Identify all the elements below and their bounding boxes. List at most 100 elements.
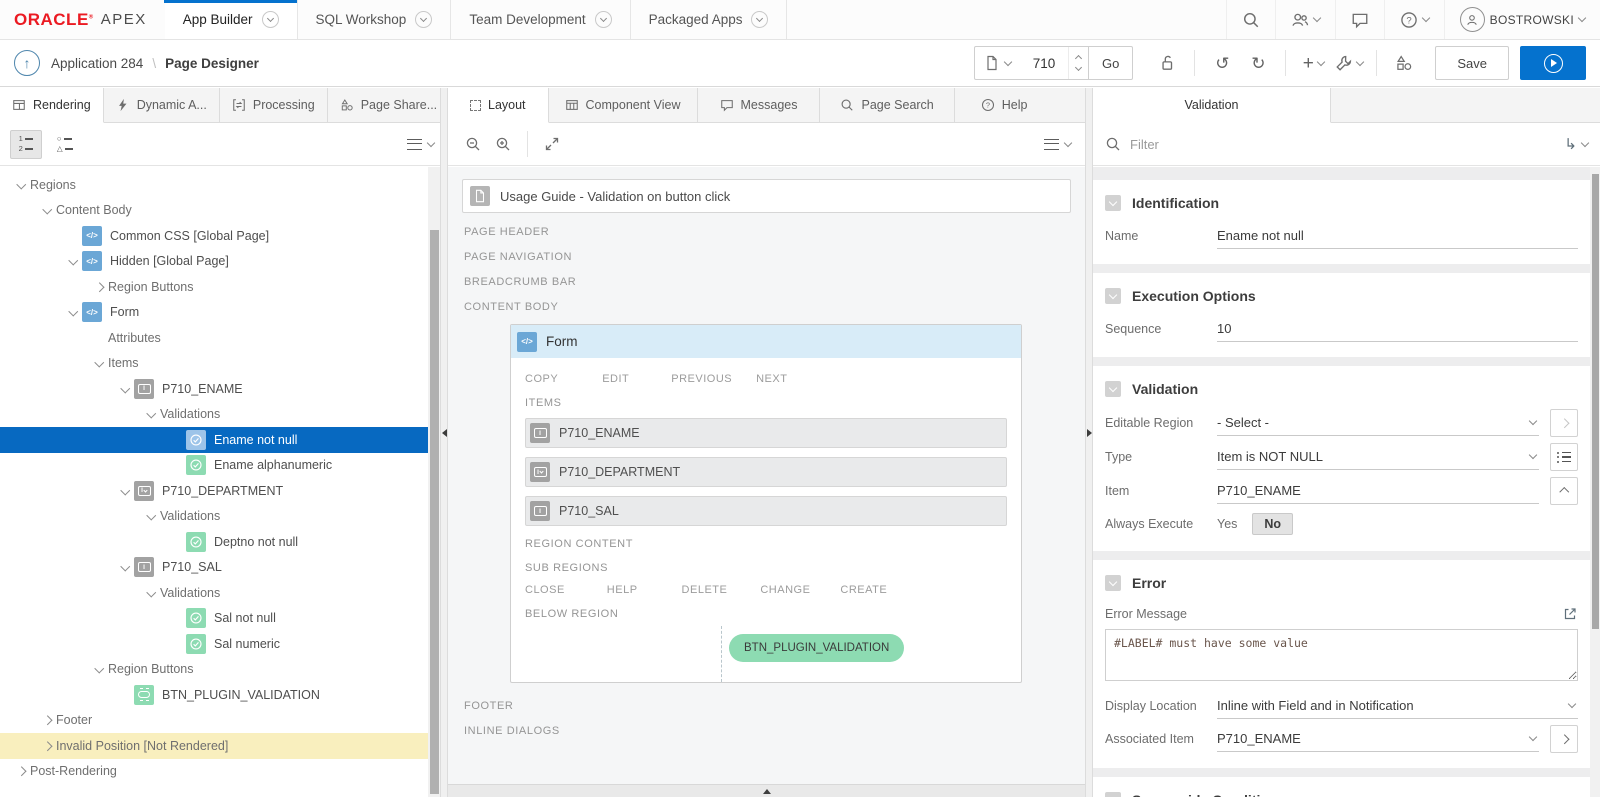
- scrollbar-thumb[interactable]: [430, 230, 439, 794]
- chevron-down-icon[interactable]: [751, 11, 768, 28]
- editable-region-select[interactable]: - Select -: [1217, 410, 1539, 436]
- nav-tab-sql-workshop[interactable]: SQL Workshop: [298, 0, 452, 39]
- page-number-stepper[interactable]: [1068, 47, 1088, 79]
- expand-toggle-icon[interactable]: [116, 565, 134, 570]
- name-input[interactable]: Ename not null: [1217, 223, 1578, 249]
- collapse-section-icon[interactable]: [1105, 288, 1121, 304]
- stepper-down-icon[interactable]: [1075, 64, 1082, 71]
- tree-item-invalid-position[interactable]: Invalid Position [Not Rendered]: [0, 733, 428, 759]
- utilities-menu-button[interactable]: [1331, 46, 1367, 80]
- tree-scrollbar[interactable]: [428, 167, 440, 797]
- left-panel-menu-button[interactable]: [403, 139, 438, 150]
- sequence-input[interactable]: 10: [1217, 316, 1578, 342]
- layout-item-p710-sal[interactable]: I P710_SAL: [525, 496, 1007, 526]
- tree-item-deptno-not-null[interactable]: Deptno not null: [0, 529, 428, 555]
- expand-toggle-icon[interactable]: [116, 387, 134, 392]
- tree-item-hidden[interactable]: </>Hidden [Global Page]: [0, 249, 428, 275]
- section-header[interactable]: Server-side Condition: [1093, 781, 1590, 797]
- chevron-down-icon[interactable]: [415, 11, 432, 28]
- help-action[interactable]: HELP: [607, 584, 638, 596]
- tree-item-sal-not-null[interactable]: Sal not null: [0, 606, 428, 632]
- property-scrollbar[interactable]: [1590, 167, 1600, 797]
- up-to-app-button[interactable]: ↑: [14, 50, 40, 76]
- change-action[interactable]: CHANGE: [760, 584, 810, 596]
- usage-guide-region[interactable]: Usage Guide - Validation on button click: [462, 179, 1071, 213]
- collapse-section-icon[interactable]: [1105, 792, 1121, 797]
- lock-button[interactable]: [1149, 46, 1185, 80]
- always-execute-no-option[interactable]: No: [1252, 513, 1293, 535]
- tree-item-p710-ename[interactable]: IP710_ENAME: [0, 376, 428, 402]
- tree-item-sal-numeric[interactable]: Sal numeric: [0, 631, 428, 657]
- expand-toggle-icon[interactable]: [142, 514, 160, 519]
- expand-toggle-icon[interactable]: [38, 208, 56, 213]
- tab-validation[interactable]: Validation: [1093, 88, 1331, 123]
- page-finder-button[interactable]: [975, 47, 1020, 79]
- nav-tab-packaged-apps[interactable]: Packaged Apps: [631, 0, 788, 39]
- create-menu-button[interactable]: +: [1295, 46, 1331, 80]
- tree-item-attributes[interactable]: Attributes: [0, 325, 428, 351]
- tree-item-items[interactable]: Items: [0, 351, 428, 377]
- tab-dynamic-actions[interactable]: Dynamic A...: [104, 88, 220, 122]
- global-search-button[interactable]: [1226, 0, 1275, 39]
- tree-item-post-rendering[interactable]: Post-Rendering: [0, 759, 428, 785]
- tab-rendering[interactable]: Rendering: [0, 88, 104, 123]
- expand-toggle-icon[interactable]: [38, 743, 56, 750]
- always-execute-yes-option[interactable]: Yes: [1217, 517, 1237, 531]
- layout-menu-button[interactable]: [1040, 139, 1075, 150]
- error-message-textarea[interactable]: #LABEL# must have some value: [1105, 629, 1578, 681]
- save-button[interactable]: Save: [1435, 46, 1509, 80]
- page-number-input[interactable]: [1020, 47, 1068, 79]
- tab-messages[interactable]: Messages: [698, 88, 821, 122]
- filter-input[interactable]: [1130, 137, 1564, 152]
- collapse-section-icon[interactable]: [1105, 195, 1121, 211]
- tree-item-region-buttons[interactable]: Region Buttons: [0, 657, 428, 683]
- expand-toggle-icon[interactable]: [38, 717, 56, 724]
- administration-menu-button[interactable]: [1275, 0, 1335, 39]
- expand-toggle-icon[interactable]: [64, 310, 82, 315]
- redo-button[interactable]: ↻: [1240, 46, 1276, 80]
- section-header[interactable]: Identification: [1093, 184, 1590, 220]
- form-region-box[interactable]: </> Form COPY EDIT PREVIOUS NEXT ITEMS I: [510, 324, 1022, 683]
- undo-button[interactable]: ↺: [1204, 46, 1240, 80]
- tree-item-validations[interactable]: Validations: [0, 504, 428, 530]
- bottom-splitter[interactable]: [448, 784, 1085, 797]
- form-region-header[interactable]: </> Form: [511, 325, 1021, 358]
- tree-item-validations[interactable]: Validations: [0, 402, 428, 428]
- expand-toggle-icon[interactable]: [142, 591, 160, 596]
- tree-item-regions[interactable]: Regions: [0, 172, 428, 198]
- tree-item-p710-sal[interactable]: IP710_SAL: [0, 555, 428, 581]
- next-action[interactable]: NEXT: [756, 373, 787, 385]
- expand-toggle-icon[interactable]: [116, 489, 134, 494]
- run-page-button[interactable]: [1520, 46, 1586, 80]
- chevron-down-icon[interactable]: [1581, 138, 1589, 146]
- help-menu-button[interactable]: [1384, 0, 1444, 39]
- section-header[interactable]: Execution Options: [1093, 277, 1590, 313]
- go-to-item-button[interactable]: [1550, 725, 1578, 753]
- tree-item-region-buttons[interactable]: Region Buttons: [0, 274, 428, 300]
- user-account-menu[interactable]: BOSTROWSKI: [1444, 0, 1600, 39]
- expand-toggle-icon[interactable]: [90, 361, 108, 366]
- item-input[interactable]: P710_ENAME: [1217, 478, 1539, 504]
- expand-all-button[interactable]: [537, 129, 567, 159]
- collapse-section-icon[interactable]: [1105, 575, 1121, 591]
- edit-action[interactable]: EDIT: [602, 373, 629, 385]
- collapse-item-button[interactable]: [1550, 477, 1578, 505]
- tab-processing[interactable]: Processing: [220, 88, 328, 122]
- expand-toggle-icon[interactable]: [64, 259, 82, 264]
- delete-action[interactable]: DELETE: [682, 584, 728, 596]
- chevron-down-icon[interactable]: [595, 11, 612, 28]
- tab-component-view[interactable]: Component View: [549, 88, 698, 122]
- create-action[interactable]: CREATE: [840, 584, 887, 596]
- stepper-up-icon[interactable]: [1075, 55, 1082, 62]
- nav-tab-team-development[interactable]: Team Development: [451, 0, 630, 39]
- feedback-button[interactable]: [1335, 0, 1384, 39]
- tab-help[interactable]: Help: [955, 88, 1085, 122]
- collapse-section-icon[interactable]: [1105, 381, 1121, 397]
- zoom-out-button[interactable]: [458, 129, 488, 159]
- tree-item-ename-not-null[interactable]: Ename not null: [0, 427, 428, 453]
- shared-components-button[interactable]: [1386, 46, 1422, 80]
- previous-action[interactable]: PREVIOUS: [671, 373, 732, 385]
- tree-item-ename-alphanumeric[interactable]: Ename alphanumeric: [0, 453, 428, 479]
- layout-item-p710-department[interactable]: I P710_DEPARTMENT: [525, 457, 1007, 487]
- tab-page-search[interactable]: Page Search: [820, 88, 954, 122]
